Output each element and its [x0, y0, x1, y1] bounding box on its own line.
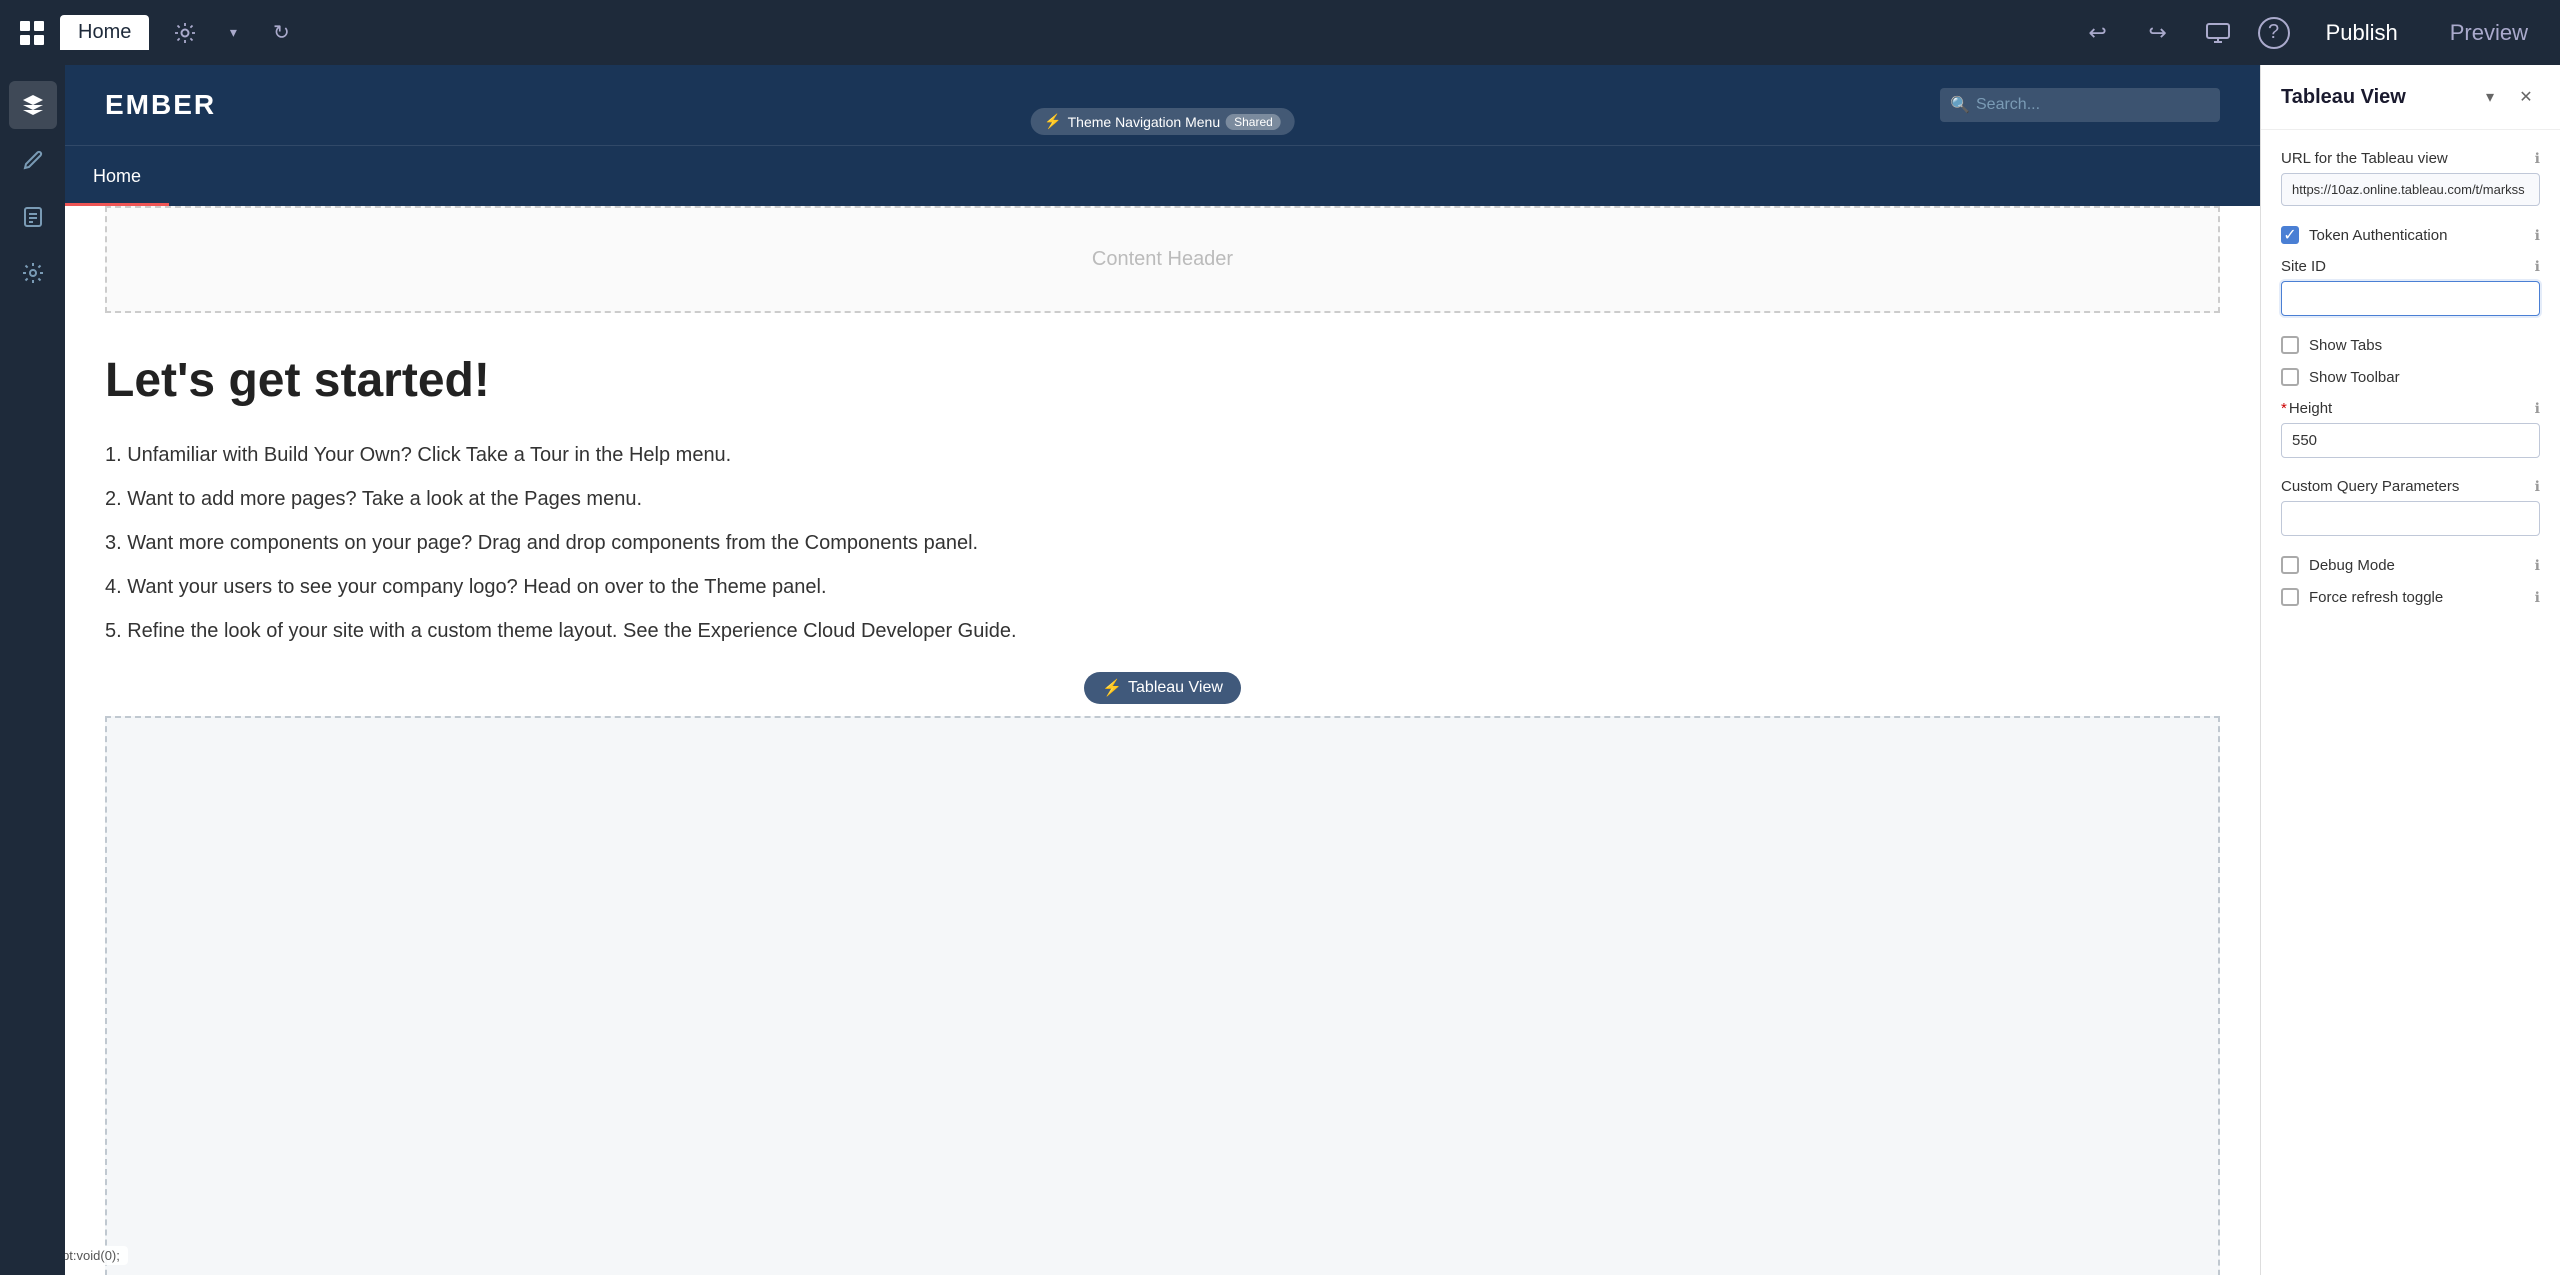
- main-canvas: EMBER 🔍 ⚡ Theme Navigation Menu Shared H…: [65, 65, 2260, 1275]
- site-preview: EMBER 🔍 ⚡ Theme Navigation Menu Shared H…: [65, 65, 2260, 1275]
- token-auth-row: ✓ Token Authentication ℹ: [2281, 226, 2540, 244]
- force-refresh-info-icon[interactable]: ℹ: [2535, 589, 2540, 606]
- custom-query-field-group: Custom Query Parameters ℹ: [2281, 478, 2540, 536]
- help-icon[interactable]: ?: [2258, 17, 2290, 49]
- site-id-field-group: Site ID ℹ: [2281, 258, 2540, 316]
- site-logo: EMBER: [105, 89, 216, 121]
- site-id-label: Site ID ℹ: [2281, 258, 2540, 275]
- token-auth-label: Token Authentication: [2309, 227, 2447, 244]
- height-info-icon[interactable]: ℹ: [2535, 400, 2540, 417]
- debug-mode-info-icon[interactable]: ℹ: [2535, 557, 2540, 574]
- preview-button[interactable]: Preview: [2434, 12, 2544, 54]
- list-item: 5. Refine the look of your site with a c…: [105, 616, 2220, 646]
- panel-header: Tableau View ▾ ✕: [2261, 65, 2560, 130]
- site-id-info-icon[interactable]: ℹ: [2535, 258, 2540, 275]
- nav-item-home[interactable]: Home: [65, 150, 169, 206]
- bolt-icon: ⚡: [1044, 113, 1061, 130]
- page-content: Let's get started! 1. Unfamiliar with Bu…: [65, 313, 2260, 646]
- force-refresh-checkbox[interactable]: [2281, 588, 2299, 606]
- url-field-label: URL for the Tableau view ℹ: [2281, 150, 2540, 167]
- list-item: 4. Want your users to see your company l…: [105, 572, 2220, 602]
- search-icon: 🔍: [1950, 95, 1970, 115]
- custom-query-label: Custom Query Parameters ℹ: [2281, 478, 2540, 495]
- display-icon[interactable]: [2198, 13, 2238, 53]
- redo-icon[interactable]: ↪: [2138, 13, 2178, 53]
- list-item: 3. Want more components on your page? Dr…: [105, 528, 2220, 558]
- dropdown-icon[interactable]: ▾: [213, 13, 253, 53]
- panel-dropdown-btn[interactable]: ▾: [2476, 83, 2504, 111]
- debug-mode-checkbox[interactable]: [2281, 556, 2299, 574]
- nav-pill[interactable]: ⚡ Theme Navigation Menu Shared: [1030, 108, 1295, 135]
- content-header-placeholder: Content Header: [1092, 248, 1233, 270]
- url-field-group: URL for the Tableau view ℹ https://10az.…: [2281, 150, 2540, 206]
- sidebar-item-edit[interactable]: [9, 137, 57, 185]
- list-item: 1. Unfamiliar with Build Your Own? Click…: [105, 440, 2220, 470]
- tableau-pill[interactable]: ⚡ Tableau View: [1084, 672, 1241, 704]
- content-header-zone: Content Header: [105, 206, 2220, 313]
- nav-pill-badge: Shared: [1226, 114, 1281, 130]
- home-tab-label: Home: [78, 21, 131, 44]
- url-info-icon[interactable]: ℹ: [2535, 150, 2540, 167]
- sidebar-item-components[interactable]: [9, 81, 57, 129]
- height-input[interactable]: [2281, 423, 2540, 458]
- left-sidebar: [0, 65, 65, 1275]
- height-field-group: *Height ℹ: [2281, 400, 2540, 458]
- show-toolbar-checkbox[interactable]: [2281, 368, 2299, 386]
- list-item: 2. Want to add more pages? Take a look a…: [105, 484, 2220, 514]
- settings-icon[interactable]: [165, 13, 205, 53]
- url-value: https://10az.online.tableau.com/t/markss: [2281, 173, 2540, 206]
- panel-body: URL for the Tableau view ℹ https://10az.…: [2261, 130, 2560, 640]
- tableau-embed: [105, 716, 2220, 1275]
- show-toolbar-row: Show Toolbar: [2281, 368, 2540, 386]
- show-toolbar-label: Show Toolbar: [2309, 369, 2400, 386]
- page-list: 1. Unfamiliar with Build Your Own? Click…: [105, 440, 2220, 646]
- height-field-label: *Height ℹ: [2281, 400, 2540, 417]
- refresh-icon[interactable]: ↻: [261, 13, 301, 53]
- force-refresh-row: Force refresh toggle ℹ: [2281, 588, 2540, 606]
- custom-query-input[interactable]: [2281, 501, 2540, 536]
- debug-mode-row: Debug Mode ℹ: [2281, 556, 2540, 574]
- undo-icon[interactable]: ↩: [2078, 13, 2118, 53]
- top-bar: Home ▾ ↻ ↩ ↪ ? Publish Preview: [0, 0, 2560, 65]
- bolt-icon-2: ⚡: [1102, 678, 1122, 698]
- publish-button[interactable]: Publish: [2310, 12, 2414, 54]
- tableau-pill-label: Tableau View: [1128, 679, 1223, 697]
- nav-pill-label: Theme Navigation Menu: [1068, 114, 1221, 130]
- site-id-input[interactable]: [2281, 281, 2540, 316]
- sidebar-item-settings[interactable]: [9, 249, 57, 297]
- tableau-component-bar: ⚡ Tableau View: [65, 660, 2260, 716]
- nav-item-home-label: Home: [93, 166, 141, 186]
- sidebar-item-pages[interactable]: [9, 193, 57, 241]
- panel-close-btn[interactable]: ✕: [2512, 83, 2540, 111]
- token-auth-checkbox[interactable]: ✓: [2281, 226, 2299, 244]
- right-panel: Tableau View ▾ ✕ URL for the Tableau vie…: [2260, 65, 2560, 1275]
- search-input[interactable]: [1940, 88, 2220, 122]
- grid-icon[interactable]: [16, 17, 48, 49]
- force-refresh-label: Force refresh toggle: [2309, 589, 2443, 606]
- page-heading: Let's get started!: [105, 353, 2220, 408]
- panel-title: Tableau View: [2281, 86, 2406, 109]
- custom-query-info-icon[interactable]: ℹ: [2535, 478, 2540, 495]
- show-tabs-label: Show Tabs: [2309, 337, 2382, 354]
- debug-mode-label: Debug Mode: [2309, 557, 2395, 574]
- show-tabs-checkbox[interactable]: [2281, 336, 2299, 354]
- site-nav: ⚡ Theme Navigation Menu Shared Home: [65, 145, 2260, 206]
- token-auth-info-icon[interactable]: ℹ: [2535, 227, 2540, 244]
- home-tab[interactable]: Home: [60, 15, 149, 50]
- show-tabs-row: Show Tabs: [2281, 336, 2540, 354]
